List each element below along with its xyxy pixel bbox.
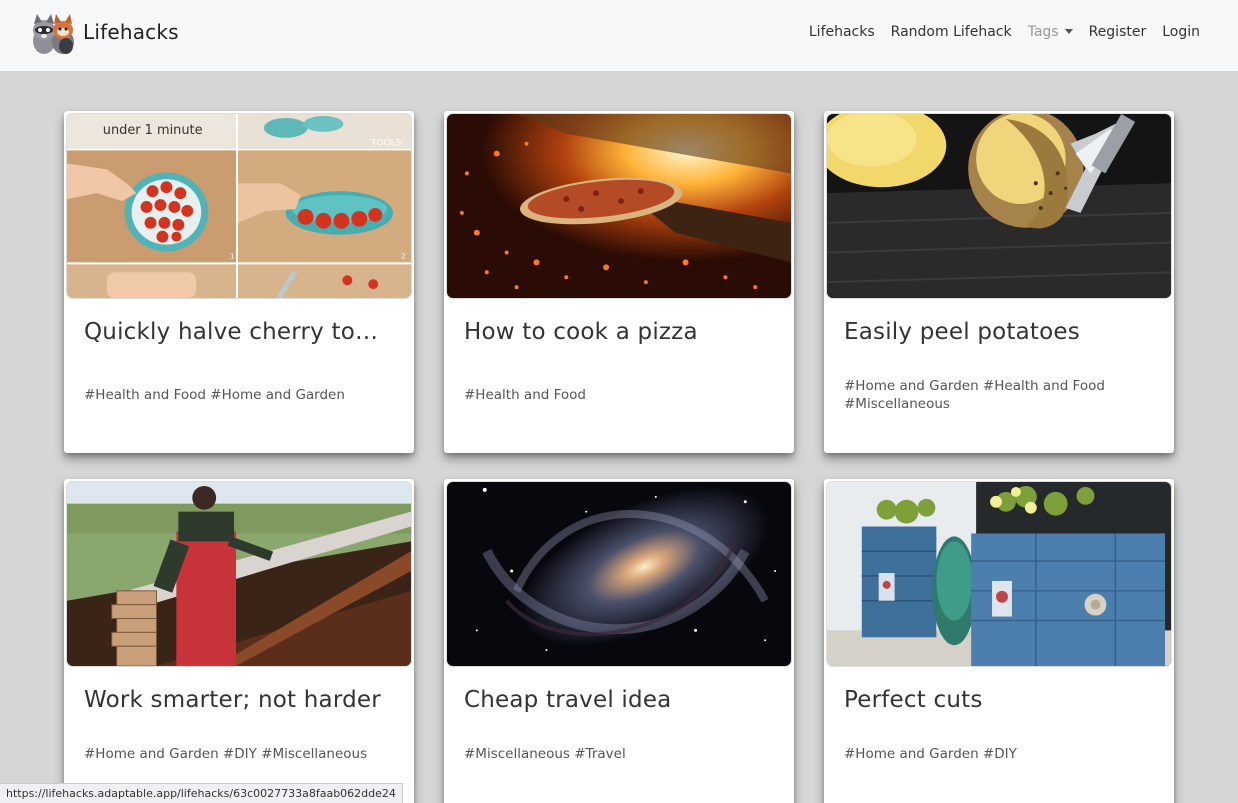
card-image-bricklayer bbox=[66, 481, 412, 667]
lifehack-card[interactable]: Cheap travel idea #Miscellaneous #Travel bbox=[444, 479, 794, 803]
lifehack-card[interactable]: Work smarter; not harder #Home and Garde… bbox=[64, 479, 414, 803]
nav-lifehacks[interactable]: Lifehacks bbox=[809, 24, 875, 40]
card-title: Easily peel potatoes bbox=[844, 319, 1080, 345]
card-title: Cheap travel idea bbox=[464, 687, 672, 713]
lifehack-card[interactable]: How to cook a pizza #Health and Food bbox=[444, 111, 794, 453]
card-image-planters bbox=[826, 481, 1172, 667]
nav-tags-dropdown[interactable]: Tags bbox=[1028, 24, 1073, 40]
nav-login[interactable]: Login bbox=[1162, 24, 1200, 40]
card-image-pizza bbox=[446, 113, 792, 299]
brand-name: Lifehacks bbox=[83, 20, 179, 44]
image-number-text: 1 bbox=[230, 252, 234, 260]
navbar: Lifehacks Lifehacks Random Lifehack Tags… bbox=[0, 0, 1238, 71]
brand-link[interactable]: Lifehacks bbox=[30, 8, 179, 56]
lifehack-card[interactable]: Perfect cuts #Home and Garden #DIY bbox=[824, 479, 1174, 803]
status-bar-url: https://lifehacks.adaptable.app/lifehack… bbox=[0, 783, 403, 803]
card-title: How to cook a pizza bbox=[464, 319, 698, 345]
caret-down-icon bbox=[1064, 29, 1073, 34]
raccoon-logo-icon bbox=[30, 8, 76, 56]
card-title: Perfect cuts bbox=[844, 687, 983, 713]
image-caption-text: under 1 minute bbox=[103, 123, 203, 138]
card-title: Quickly halve cherry toma... bbox=[84, 319, 396, 345]
card-image-galaxy bbox=[446, 481, 792, 667]
nav-register[interactable]: Register bbox=[1089, 24, 1147, 40]
image-number-text: 2 bbox=[401, 252, 405, 260]
card-tags: #Home and Garden #DIY #Miscellaneous bbox=[84, 746, 368, 762]
card-tags: #Miscellaneous #Travel bbox=[464, 746, 626, 762]
image-label-text: TOOLS bbox=[370, 139, 402, 149]
card-tags: #Home and Garden #DIY bbox=[844, 746, 1017, 762]
card-tags: #Health and Food #Home and Garden bbox=[84, 387, 345, 403]
card-image-cherry-tomatoes: under 1 minute TOOLS 1 2 bbox=[66, 113, 412, 299]
nav-random-lifehack[interactable]: Random Lifehack bbox=[891, 24, 1012, 40]
lifehack-card[interactable]: Easily peel potatoes #Home and Garden #H… bbox=[824, 111, 1174, 453]
lifehack-card[interactable]: under 1 minute TOOLS 1 2 Quickly halve c… bbox=[64, 111, 414, 453]
nav-links: Lifehacks Random Lifehack Tags Register … bbox=[793, 24, 1200, 40]
card-title: Work smarter; not harder bbox=[84, 687, 381, 713]
card-tags: #Home and Garden #Health and Food #Misce… bbox=[844, 378, 1105, 412]
card-image-potatoes bbox=[826, 113, 1172, 299]
card-tags: #Health and Food bbox=[464, 387, 586, 403]
nav-tags-label: Tags bbox=[1027, 24, 1059, 40]
